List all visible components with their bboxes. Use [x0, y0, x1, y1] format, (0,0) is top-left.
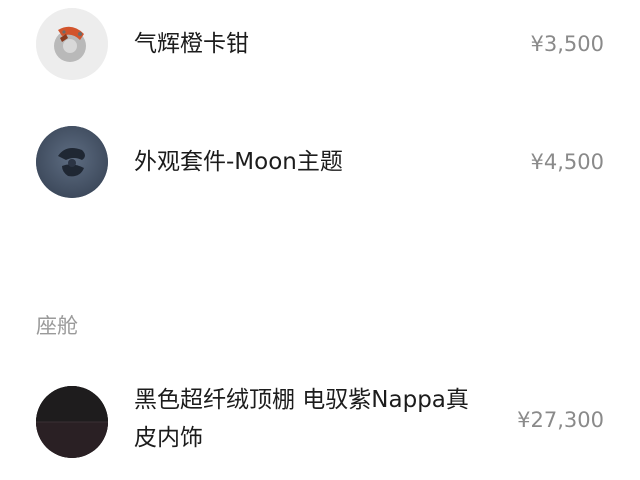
- item-name-line2: 皮内饰: [134, 425, 203, 451]
- item-price: ¥4,500: [530, 150, 604, 174]
- section-title-cabin: 座舱: [36, 314, 78, 338]
- item-price: ¥27,300: [517, 408, 604, 432]
- list-item-interior[interactable]: 黑色超纤绒顶棚 电驭紫Nappa真 皮内饰 ¥27,300: [0, 380, 640, 470]
- item-name-line1: 黑色超纤绒顶棚 电驭紫Nappa真: [134, 387, 469, 413]
- interior-swatch-icon: [36, 386, 108, 458]
- options-list: 气辉橙卡钳 ¥3,500 外观套件-Moon主题 ¥4,500 座舱 黑色超纤绒…: [0, 0, 640, 480]
- list-item-moon-kit[interactable]: 外观套件-Moon主题 ¥4,500: [0, 124, 640, 200]
- list-item-caliper[interactable]: 气辉橙卡钳 ¥3,500: [0, 6, 640, 82]
- item-name: 外观套件-Moon主题: [134, 149, 343, 175]
- brake-caliper-icon: [36, 8, 108, 80]
- item-price: ¥3,500: [530, 32, 604, 56]
- item-name: 气辉橙卡钳: [134, 31, 249, 57]
- moon-wheel-icon: [36, 126, 108, 198]
